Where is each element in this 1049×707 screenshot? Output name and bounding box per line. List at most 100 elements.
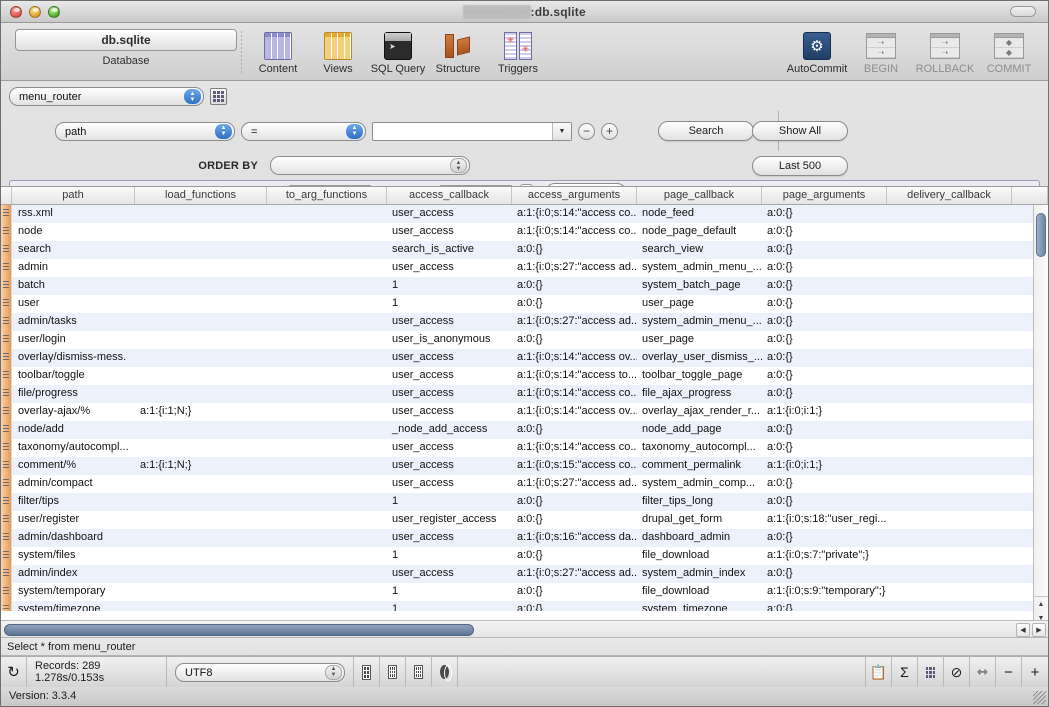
sum-button[interactable]: Σ xyxy=(892,656,918,688)
table-row[interactable]: node/add_node_add_accessa:0:{}node_add_p… xyxy=(1,421,1033,439)
cell-page-callback[interactable]: node_add_page xyxy=(637,421,762,439)
cell-delivery-callback[interactable] xyxy=(887,295,1012,313)
cell-delivery-callback[interactable] xyxy=(887,457,1012,475)
cell-page-arguments[interactable]: a:0:{} xyxy=(762,529,887,547)
table-header-path[interactable]: path xyxy=(12,187,135,204)
vertical-scrollbar[interactable]: ▲ ▼ xyxy=(1033,205,1048,626)
cell-access-arguments[interactable]: a:1:{i:0;s:27:"access ad... xyxy=(512,565,637,583)
table-header-access-arguments[interactable]: access_arguments xyxy=(512,187,637,204)
cell-delivery-callback[interactable] xyxy=(887,223,1012,241)
vertical-scroll-thumb[interactable] xyxy=(1036,213,1046,257)
cell-delivery-callback[interactable] xyxy=(887,601,1012,611)
table-header-access-callback[interactable]: access_callback xyxy=(387,187,512,204)
cell-page-callback[interactable]: taxonomy_autocompl... xyxy=(637,439,762,457)
cell-page-callback[interactable]: system_timezone xyxy=(637,601,762,611)
edit-table-icon-button[interactable] xyxy=(210,88,227,105)
cell-access-arguments[interactable]: a:1:{i:0;s:15:"access co... xyxy=(512,457,637,475)
row-handle-icon[interactable] xyxy=(1,439,12,457)
cell-page-arguments[interactable]: a:0:{} xyxy=(762,565,887,583)
table-row[interactable]: overlay-ajax/%a:1:{i:1;N;}user_accessa:1… xyxy=(1,403,1033,421)
table-row[interactable]: user/loginuser_is_anonymousa:0:{}user_pa… xyxy=(1,331,1033,349)
cell-page-callback[interactable]: file_download xyxy=(637,583,762,601)
cell-access-callback[interactable]: user_access xyxy=(387,205,512,223)
cell-path[interactable]: batch xyxy=(12,277,135,295)
cell-page-arguments[interactable]: a:0:{} xyxy=(762,421,887,439)
cell-page-arguments[interactable]: a:0:{} xyxy=(762,277,887,295)
row-handle-icon[interactable] xyxy=(1,205,12,223)
table-row[interactable]: nodeuser_accessa:1:{i:0;s:14:"access co.… xyxy=(1,223,1033,241)
cell-page-callback[interactable]: dashboard_admin xyxy=(637,529,762,547)
cell-access-arguments[interactable]: a:0:{} xyxy=(512,547,637,565)
cell-access-callback[interactable]: user_access xyxy=(387,367,512,385)
cell-path[interactable]: file/progress xyxy=(12,385,135,403)
remove-criteria-button[interactable]: − xyxy=(578,123,595,140)
cell-delivery-callback[interactable] xyxy=(887,547,1012,565)
cell-access-arguments[interactable]: a:1:{i:0;s:27:"access ad... xyxy=(512,313,637,331)
cell-to-arg-functions[interactable] xyxy=(267,403,387,421)
cell-access-arguments[interactable]: a:1:{i:0;s:16:"access da... xyxy=(512,529,637,547)
cell-load-functions[interactable] xyxy=(135,313,267,331)
cell-path[interactable]: search xyxy=(12,241,135,259)
cell-access-arguments[interactable]: a:0:{} xyxy=(512,421,637,439)
cell-load-functions[interactable] xyxy=(135,331,267,349)
table-header-load-functions[interactable]: load_functions xyxy=(135,187,267,204)
row-handle-icon[interactable] xyxy=(1,601,12,611)
toolbar-item-structure[interactable]: Structure xyxy=(430,29,486,75)
cell-page-callback[interactable]: system_admin_index xyxy=(637,565,762,583)
merge-button[interactable]: ⇿ xyxy=(970,656,996,688)
cell-page-callback[interactable]: overlay_ajax_render_r... xyxy=(637,403,762,421)
cell-path[interactable]: filter/tips xyxy=(12,493,135,511)
cell-access-arguments[interactable]: a:1:{i:0;s:14:"access co... xyxy=(512,223,637,241)
cell-path[interactable]: user/login xyxy=(12,331,135,349)
cell-load-functions[interactable] xyxy=(135,385,267,403)
cell-access-callback[interactable]: 1 xyxy=(387,493,512,511)
cell-to-arg-functions[interactable] xyxy=(267,349,387,367)
cell-access-arguments[interactable]: a:1:{i:0;s:14:"access co... xyxy=(512,385,637,403)
cell-page-callback[interactable]: comment_permalink xyxy=(637,457,762,475)
cell-access-arguments[interactable]: a:0:{} xyxy=(512,277,637,295)
cell-access-callback[interactable]: user_access xyxy=(387,565,512,583)
row-handle-icon[interactable] xyxy=(1,241,12,259)
cell-page-callback[interactable]: system_admin_menu_... xyxy=(637,313,762,331)
cell-delivery-callback[interactable] xyxy=(887,439,1012,457)
cell-path[interactable]: system/temporary xyxy=(12,583,135,601)
row-handle-icon[interactable] xyxy=(1,277,12,295)
row-handle-icon[interactable] xyxy=(1,457,12,475)
table-header-delivery-callback[interactable]: delivery_callback xyxy=(887,187,1012,204)
cell-delivery-callback[interactable] xyxy=(887,367,1012,385)
cell-load-functions[interactable] xyxy=(135,241,267,259)
cell-access-callback[interactable]: user_access xyxy=(387,349,512,367)
cell-path[interactable]: overlay/dismiss-mess. xyxy=(12,349,135,367)
cell-to-arg-functions[interactable] xyxy=(267,547,387,565)
table-row[interactable]: searchsearch_is_activea:0:{}search_viewa… xyxy=(1,241,1033,259)
cell-path[interactable]: admin/compact xyxy=(12,475,135,493)
cell-to-arg-functions[interactable] xyxy=(267,367,387,385)
cell-to-arg-functions[interactable] xyxy=(267,475,387,493)
cell-page-callback[interactable]: system_admin_comp... xyxy=(637,475,762,493)
add-criteria-button[interactable]: + xyxy=(601,123,618,140)
cell-to-arg-functions[interactable] xyxy=(267,205,387,223)
cell-load-functions[interactable] xyxy=(135,493,267,511)
cell-page-arguments[interactable]: a:0:{} xyxy=(762,259,887,277)
cell-page-callback[interactable]: user_page xyxy=(637,331,762,349)
cell-access-callback[interactable]: user_access xyxy=(387,223,512,241)
cell-to-arg-functions[interactable] xyxy=(267,457,387,475)
cell-access-callback[interactable]: user_register_access xyxy=(387,511,512,529)
cell-page-arguments[interactable]: a:0:{} xyxy=(762,475,887,493)
cell-to-arg-functions[interactable] xyxy=(267,565,387,583)
cell-load-functions[interactable] xyxy=(135,421,267,439)
row-handle-icon[interactable] xyxy=(1,331,12,349)
row-handle-icon[interactable] xyxy=(1,421,12,439)
cell-access-arguments[interactable]: a:0:{} xyxy=(512,331,637,349)
row-handle-icon[interactable] xyxy=(1,511,12,529)
cell-load-functions[interactable]: a:1:{i:1;N;} xyxy=(135,403,267,421)
cell-page-arguments[interactable]: a:0:{} xyxy=(762,349,887,367)
cell-load-functions[interactable] xyxy=(135,295,267,313)
toolbar-item-autocommit[interactable]: ⚙ AutoCommit xyxy=(786,29,848,75)
cell-page-callback[interactable]: drupal_get_form xyxy=(637,511,762,529)
scroll-left-icon[interactable]: ◀ xyxy=(1016,623,1030,637)
row-handle-icon[interactable] xyxy=(1,403,12,421)
cell-delivery-callback[interactable] xyxy=(887,385,1012,403)
cell-page-callback[interactable]: system_admin_menu_... xyxy=(637,259,762,277)
cell-access-callback[interactable]: user_access xyxy=(387,259,512,277)
